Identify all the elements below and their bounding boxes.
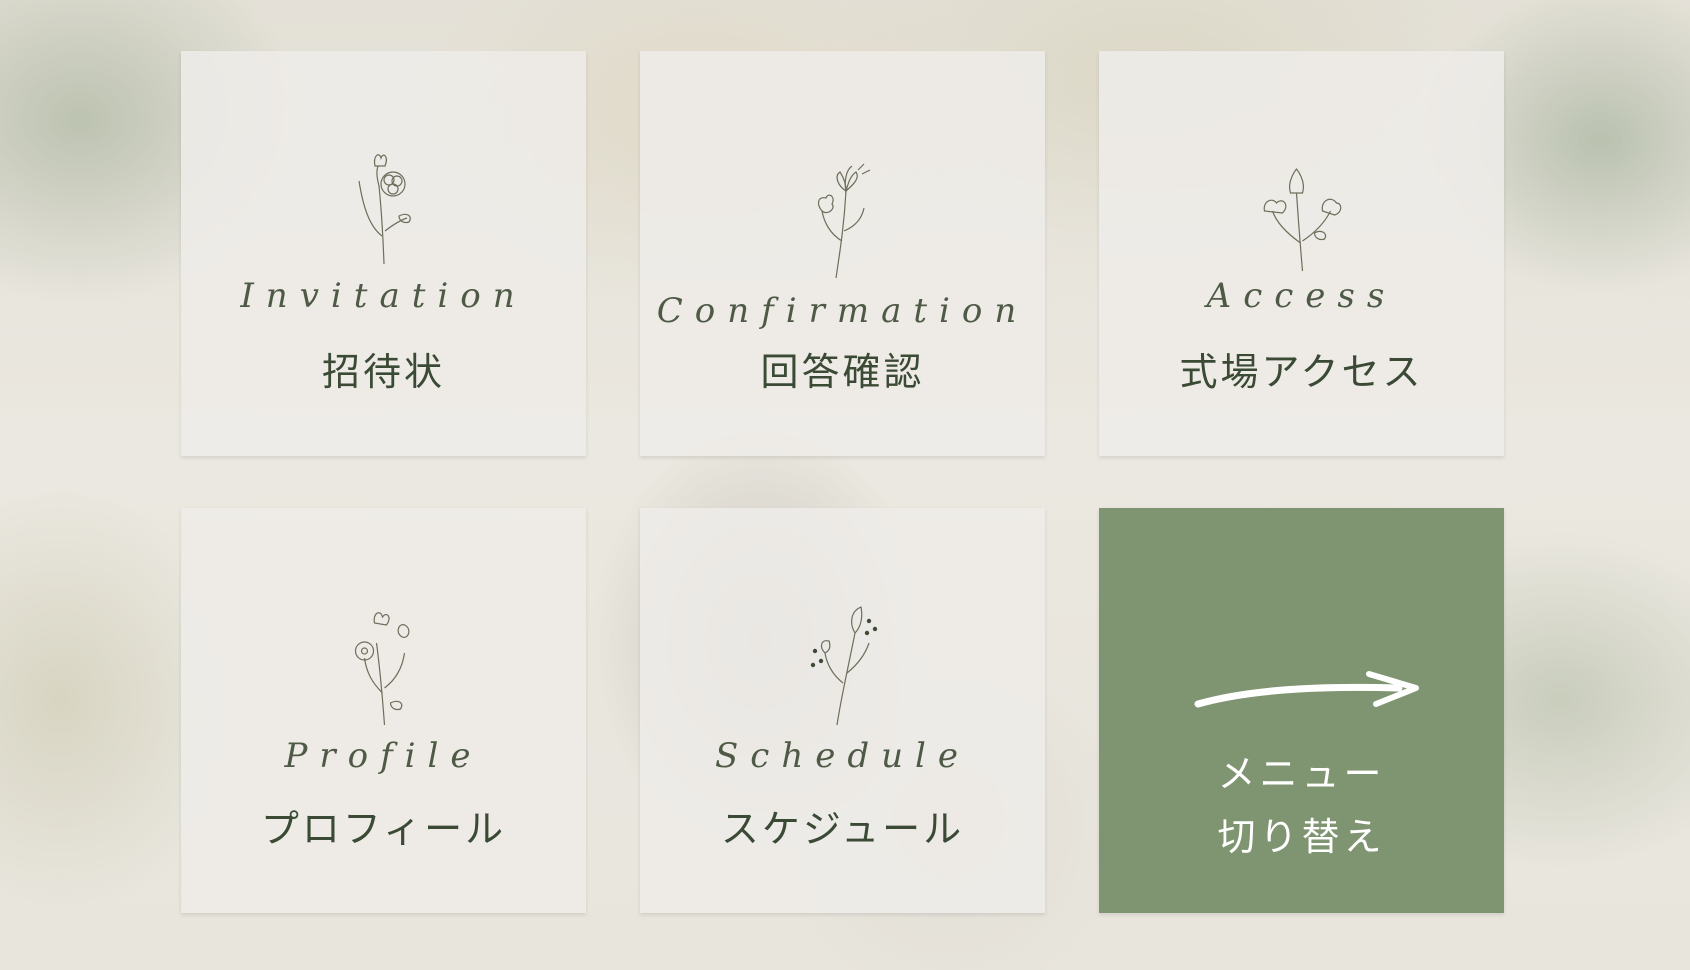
tile-script-title: Invitation	[240, 276, 527, 316]
tile-script-title: Access	[1206, 276, 1397, 316]
tile-label: 回答確認	[760, 350, 925, 394]
flower-icon	[357, 154, 411, 265]
tile-label: 式場アクセス	[1179, 350, 1424, 394]
menu-switch-button[interactable]: メニュー 切り替え	[1099, 508, 1504, 913]
tile-schedule[interactable]: Schedule スケジュール	[640, 508, 1045, 913]
tile-script-title: Schedule	[714, 736, 970, 776]
tile-confirmation[interactable]: Confirmation 回答確認	[640, 51, 1045, 456]
tile-label: プロフィール	[260, 807, 507, 851]
flower-icon	[817, 163, 870, 279]
flower-icon	[810, 606, 877, 726]
tile-script-title: Confirmation	[656, 291, 1029, 331]
tile-access[interactable]: Access 式場アクセス	[1099, 51, 1504, 456]
tile-invitation[interactable]: Invitation 招待状	[181, 51, 586, 456]
right-arrow-icon	[1194, 671, 1419, 708]
flower-icon	[1263, 168, 1341, 272]
tile-label: 招待状	[321, 350, 445, 394]
tile-profile[interactable]: Profile プロフィール	[181, 508, 586, 913]
menu-switch-line2: 切り替え	[1217, 815, 1386, 859]
tile-script-title: Profile	[284, 736, 483, 776]
flower-icon	[354, 612, 409, 726]
tile-label: スケジュール	[720, 807, 965, 851]
menu-switch-line1: メニュー	[1217, 752, 1386, 796]
